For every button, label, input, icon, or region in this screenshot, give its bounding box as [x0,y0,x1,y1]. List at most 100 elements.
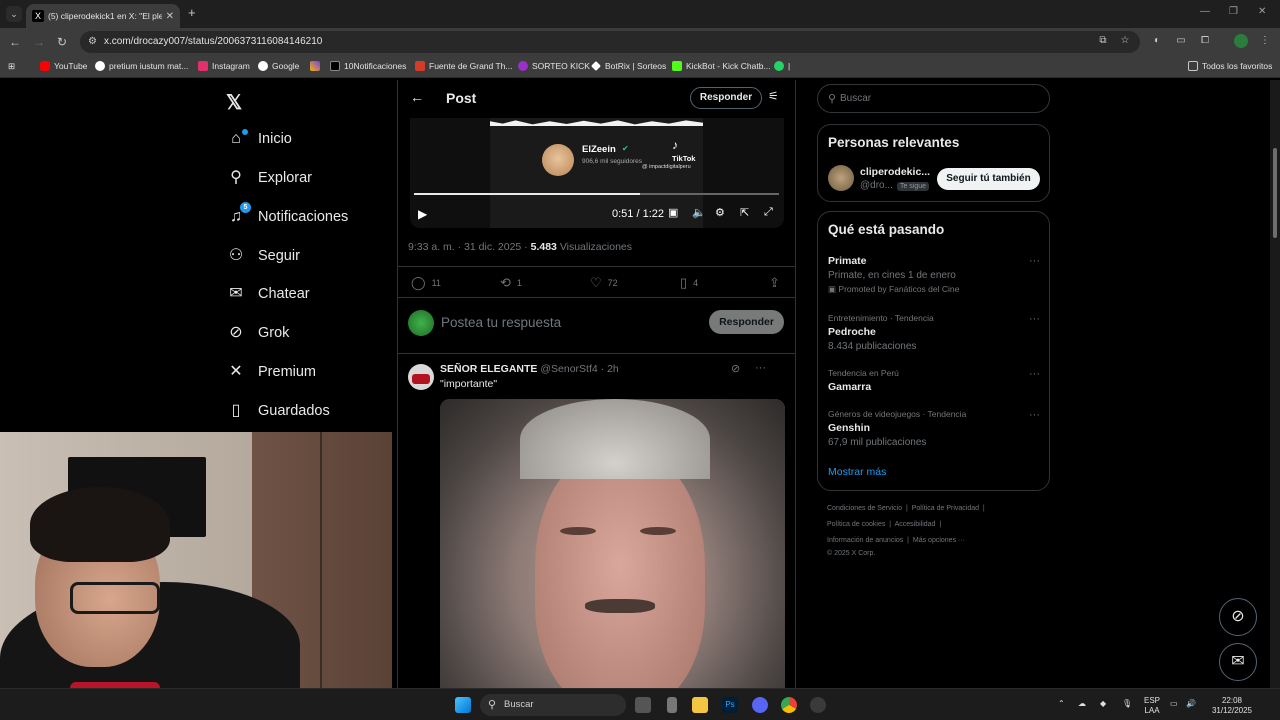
reply-submit-button[interactable]: Responder [709,310,784,334]
site-info-icon[interactable]: ⚙ [88,36,97,47]
nav-chatear[interactable]: ✉ Chatear [226,282,309,306]
extensions-puzzle-icon[interactable]: ⧠ [1198,34,1212,48]
tab-close-icon[interactable]: ✕ [166,11,174,22]
bookmark-google[interactable]: Google [258,61,299,71]
messages-fab-button[interactable]: ✉ [1219,643,1257,681]
more-icon[interactable]: ··· [755,362,766,374]
tray-app-icon[interactable]: ◆ [1100,699,1106,709]
like-action[interactable]: ♡ 72 [590,275,618,291]
volume-icon[interactable]: 🔊 [1186,699,1196,709]
network-icon[interactable]: ▭ [1170,699,1178,709]
minimize-icon[interactable]: — [1200,6,1210,17]
more-icon[interactable]: ··· [1029,409,1040,421]
footer-link[interactable]: Información de anuncios [827,537,903,544]
address-bar[interactable]: ⚙ x.com/drocazy007/status/20063731160841… [80,31,1140,53]
captions-icon[interactable]: ▣ [668,206,678,219]
video-progress-bar[interactable] [414,193,779,195]
bookmark-action[interactable]: ▯ 4 [680,275,698,291]
bookmark-gta[interactable]: Fuente de Grand Th... [415,61,512,71]
all-bookmarks-folder[interactable]: Todos los favoritos [1188,61,1272,71]
reply-action[interactable]: ◯ 11 [411,275,441,291]
bookmark-instagram[interactable]: Instagram [198,61,250,71]
more-icon[interactable]: ··· [1029,255,1040,267]
nav-notificaciones[interactable]: ♫ 5 Notificaciones [226,202,348,229]
language-indicator[interactable]: ESP LAA [1144,696,1160,716]
show-more-link[interactable]: Mostrar más [828,466,886,478]
obs-icon[interactable] [810,697,826,713]
settings-gear-icon[interactable]: ⚙ [715,206,725,219]
footer-link[interactable]: Política de cookies [827,521,885,528]
nav-inicio[interactable]: ⌂ Inicio [226,127,292,151]
share-action[interactable]: ⇪ [769,275,786,291]
bookmark-sorteo-kick[interactable]: SORTEO KICK [518,61,590,71]
tab-search-button[interactable]: ⌄ [6,6,22,22]
bookmark-youtube[interactable]: YouTube [40,61,87,71]
more-icon[interactable]: ··· [1029,313,1040,325]
apps-icon[interactable]: ⊞ [8,61,15,72]
nav-explorar[interactable]: ⚲ Explorar [226,166,312,190]
taskbar-search[interactable]: ⚲ Buscar [480,694,626,716]
trend-item[interactable]: Primate Primate, en cines 1 de enero ▣ P… [828,255,1040,295]
extension-icon[interactable]: ◐ [1150,34,1164,48]
discord-icon[interactable] [752,697,768,713]
bookmark-kickbot[interactable]: KickBot - Kick Chatb... [672,61,771,71]
bookmark-pretium[interactable]: pretium iustum mat... [95,61,188,71]
nav-grok[interactable]: ⊘ Grok [226,321,289,345]
chrome-menu-icon[interactable]: ⋮ [1258,34,1272,48]
grok-fab-button[interactable]: ⊘ [1219,598,1257,636]
reply-settings-icon[interactable]: ⚟ [768,89,779,103]
browser-tab[interactable]: X (5) cliperodekick1 en X: "El plen ✕ [26,4,180,28]
back-icon[interactable]: ← [9,35,21,49]
bookmark-whatsapp[interactable]: | [774,61,790,71]
footer-link[interactable]: Condiciones de Servicio [827,505,902,512]
nav-guardados[interactable]: ▯ Guardados [226,399,330,423]
close-window-icon[interactable]: ✕ [1258,6,1266,17]
footer-link[interactable]: Accesibilidad [895,521,936,528]
footer-link[interactable]: Política de Privacidad [912,505,979,512]
person-name[interactable]: cliperodekic... [860,166,930,178]
forward-icon[interactable]: → [33,35,45,49]
reload-icon[interactable]: ↻ [57,35,67,49]
popout-icon[interactable]: ⇱ [740,206,749,219]
clock[interactable]: 22:08 31/12/2025 [1208,696,1256,716]
grok-icon[interactable]: ⊘ [731,362,740,375]
scrollbar-thumb[interactable] [1273,148,1277,238]
scrollbar[interactable] [1270,80,1280,690]
back-arrow-icon[interactable]: ← [410,89,424,105]
volume-icon[interactable]: 🔈 [692,206,706,219]
nav-seguir[interactable]: ⚇ Seguir [226,244,300,268]
nav-premium[interactable]: ✕ Premium [226,360,316,384]
reply-input[interactable]: Postea tu respuesta [441,315,561,330]
tweet-media-image[interactable] [440,399,785,699]
mic-icon[interactable]: 🎙 [1122,699,1132,709]
new-tab-button[interactable]: + [188,6,196,20]
trend-item[interactable]: Entretenimiento · Tendencia Pedroche 8.4… [828,313,1040,352]
app-icon[interactable] [667,697,677,713]
chrome-icon[interactable] [781,697,797,713]
trend-item[interactable]: Géneros de videojuegos · Tendencia Gensh… [828,409,1040,448]
bookmark-botrix[interactable]: BotRix | Sorteos [591,61,666,71]
task-view-icon[interactable] [635,697,651,713]
x-logo[interactable]: 𝕏 [226,90,242,115]
play-icon[interactable]: ▶ [418,207,427,221]
follow-back-button[interactable]: Seguir tú también [937,168,1040,190]
profile-avatar[interactable] [1234,34,1248,48]
header-reply-button[interactable]: Responder [690,87,762,109]
windows-start-icon[interactable] [455,697,471,713]
tray-app-icon[interactable]: ☁ [1078,699,1086,709]
tray-chevron-icon[interactable]: ⌃ [1058,699,1065,709]
file-explorer-icon[interactable] [692,697,708,713]
repost-action[interactable]: ⟲ 1 [500,275,522,291]
photoshop-icon[interactable]: Ps [722,697,738,713]
avatar[interactable] [828,165,854,191]
footer-link[interactable]: Más opciones ··· [913,537,965,544]
bookmark-star-icon[interactable]: ☆ [1118,34,1132,48]
install-app-icon[interactable]: ⧉ [1096,34,1110,48]
fullscreen-icon[interactable]: ⤢ [764,206,773,219]
search-input[interactable]: ⚲ Buscar [817,84,1050,113]
extension2-icon[interactable]: ▭ [1174,34,1188,48]
restore-icon[interactable]: ❐ [1229,6,1238,17]
bookmark-10notificaciones[interactable]: 10Notificaciones [330,61,406,71]
trend-item[interactable]: Tendencia en Perú Gamarra ··· [828,368,1040,393]
bookmark-colorful[interactable] [310,61,324,71]
